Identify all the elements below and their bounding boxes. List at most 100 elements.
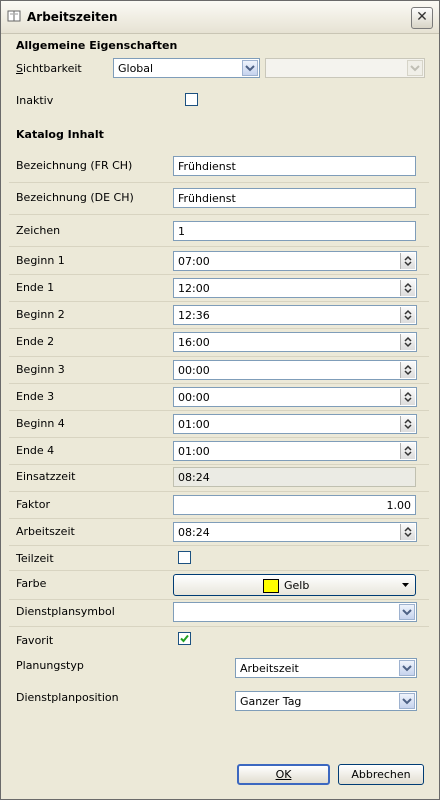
checkmark-icon [180, 634, 189, 643]
ok-button-label: OK [275, 768, 292, 781]
sichtbarkeit-select[interactable]: Global [113, 58, 260, 78]
beginn1-value: 07:00 [178, 255, 210, 268]
ende3-label: Ende 3 [16, 390, 55, 403]
separator [9, 464, 429, 465]
favorit-checkbox[interactable] [178, 632, 191, 645]
beginn3-label: Beginn 3 [16, 363, 65, 376]
ende1-time-input[interactable]: 12:00 [173, 278, 417, 298]
dienstplanposition-select[interactable]: Ganzer Tag [235, 691, 417, 711]
beginn1-label: Beginn 1 [16, 254, 65, 267]
beginn3-time-input[interactable]: 00:00 [173, 360, 417, 380]
separator [9, 570, 429, 571]
separator [9, 599, 429, 600]
chevron-down-icon[interactable] [399, 604, 415, 620]
close-button[interactable]: ✕ [411, 7, 433, 29]
title-bar[interactable]: Arbeitszeiten ✕ [1, 1, 439, 34]
spinner-arrows-icon[interactable] [400, 253, 415, 269]
beginn2-value: 12:36 [178, 309, 210, 322]
separator [9, 383, 429, 384]
sichtbarkeit-value: Global [118, 62, 154, 75]
ende4-label: Ende 4 [16, 444, 55, 457]
window-title: Arbeitszeiten [27, 10, 118, 24]
separator [9, 545, 429, 546]
separator [9, 491, 429, 492]
inaktiv-label: Inaktiv [16, 94, 54, 107]
ende1-value: 12:00 [178, 282, 210, 295]
planungstyp-select[interactable]: Arbeitszeit [235, 658, 417, 678]
ende2-time-input[interactable]: 16:00 [173, 332, 417, 352]
spinner-arrows-icon[interactable] [400, 524, 415, 540]
einsatzzeit-field: 08:24 [173, 467, 416, 487]
favorit-label: Favorit [16, 634, 54, 647]
spinner-arrows-icon[interactable] [400, 389, 415, 405]
bez-fr-label: Bezeichnung (FR CH) [16, 159, 133, 172]
separator [9, 328, 429, 329]
sichtbarkeit-label-rest: ichtbarkeit [22, 62, 82, 75]
abbrechen-button-label: Abbrechen [351, 768, 411, 781]
planungstyp-value: Arbeitszeit [240, 662, 299, 675]
beginn2-time-input[interactable]: 12:36 [173, 305, 417, 325]
farbe-color-picker[interactable]: Gelb [173, 574, 416, 596]
bez-de-label: Bezeichnung (DE CH) [16, 191, 134, 204]
ende2-value: 16:00 [178, 336, 210, 349]
dienstplansymbol-select[interactable] [173, 602, 417, 622]
inaktiv-checkbox[interactable] [185, 93, 198, 106]
general-heading: Allgemeine Eigenschaften [16, 39, 178, 52]
separator [9, 626, 429, 627]
dialog-icon [7, 10, 21, 22]
zeichen-input[interactable]: 1 [173, 221, 416, 241]
spinner-arrows-icon[interactable] [400, 362, 415, 378]
ende1-label: Ende 1 [16, 281, 55, 294]
dienstplanposition-value: Ganzer Tag [240, 695, 302, 708]
planungstyp-label: Planungstyp [16, 659, 84, 672]
sichtbarkeit-label: Sichtbarkeit [16, 62, 82, 75]
beginn1-time-input[interactable]: 07:00 [173, 251, 417, 271]
ende3-value: 00:00 [178, 391, 210, 404]
farbe-value: Gelb [284, 579, 310, 592]
abbrechen-button[interactable]: Abbrechen [338, 764, 424, 785]
beginn4-time-input[interactable]: 01:00 [173, 414, 417, 434]
separator [9, 274, 429, 275]
separator [9, 214, 429, 215]
spinner-arrows-icon[interactable] [400, 443, 415, 459]
farbe-label: Farbe [16, 577, 47, 590]
separator [9, 410, 429, 411]
ende2-label: Ende 2 [16, 335, 55, 348]
separator [9, 246, 429, 247]
spinner-arrows-icon[interactable] [400, 307, 415, 323]
ende4-value: 01:00 [178, 445, 210, 458]
einsatzzeit-label: Einsatzzeit [16, 470, 76, 483]
dropdown-arrow-icon [402, 583, 409, 587]
separator [9, 518, 429, 519]
teilzeit-label: Teilzeit [16, 552, 54, 565]
arbeitszeit-label: Arbeitszeit [16, 525, 75, 538]
arbeitszeit-time-input[interactable]: 08:24 [173, 522, 417, 542]
ende4-time-input[interactable]: 01:00 [173, 441, 417, 461]
beginn3-value: 00:00 [178, 364, 210, 377]
separator [9, 437, 429, 438]
chevron-down-icon[interactable] [399, 660, 415, 676]
dialog-window: Arbeitszeiten ✕ Allgemeine Eigenschaften… [0, 0, 440, 800]
bez-de-input[interactable]: Frühdienst [173, 188, 416, 208]
chevron-down-icon[interactable] [242, 60, 258, 76]
separator [9, 301, 429, 302]
dienstplansymbol-label: Dienstplansymbol [16, 605, 115, 618]
color-swatch [263, 579, 279, 593]
spinner-arrows-icon[interactable] [400, 416, 415, 432]
catalog-heading: Katalog Inhalt [16, 128, 104, 141]
faktor-label: Faktor [16, 498, 50, 511]
chevron-down-icon [407, 60, 423, 76]
arbeitszeit-value: 08:24 [178, 526, 210, 539]
chevron-down-icon[interactable] [399, 693, 415, 709]
spinner-arrows-icon[interactable] [400, 280, 415, 296]
ok-button[interactable]: OK [237, 764, 330, 785]
bez-fr-input[interactable]: Frühdienst [173, 156, 416, 176]
spinner-arrows-icon[interactable] [400, 334, 415, 350]
ende3-time-input[interactable]: 00:00 [173, 387, 417, 407]
faktor-input[interactable]: 1.00 [173, 495, 416, 515]
close-icon: ✕ [416, 9, 428, 25]
beginn2-label: Beginn 2 [16, 308, 65, 321]
teilzeit-checkbox[interactable] [178, 551, 191, 564]
zeichen-label: Zeichen [16, 224, 61, 237]
beginn4-value: 01:00 [178, 418, 210, 431]
